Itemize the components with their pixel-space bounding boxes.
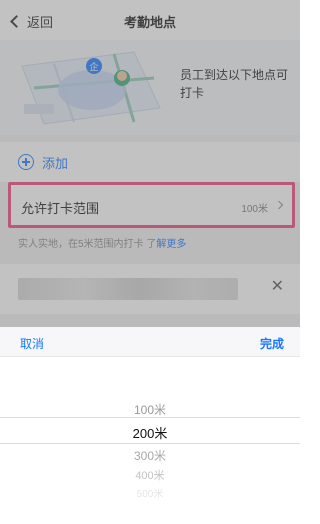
cancel-button[interactable]: 取消 [20, 335, 44, 352]
picker-option[interactable]: 300米 [0, 447, 300, 464]
picker-option[interactable]: 400米 [0, 467, 300, 483]
picker-option[interactable]: 500米 [0, 485, 300, 500]
picker-option[interactable]: 100米 [0, 401, 300, 418]
selection-line-bottom [0, 443, 300, 444]
range-picker-wheel[interactable]: 100米 200米 300米 400米 500米 [0, 387, 300, 517]
dim-overlay[interactable] [0, 0, 300, 327]
done-button[interactable]: 完成 [260, 335, 284, 352]
picker-toolbar: 取消 完成 [0, 327, 300, 357]
range-picker-sheet: 取消 完成 100米 200米 300米 400米 500米 [0, 327, 300, 524]
picker-option-selected[interactable]: 200米 [0, 423, 300, 442]
